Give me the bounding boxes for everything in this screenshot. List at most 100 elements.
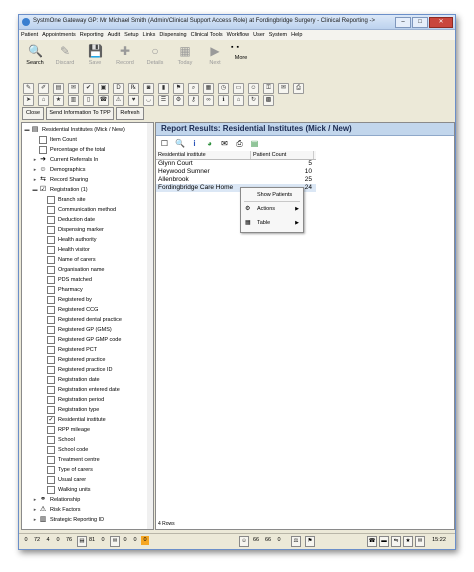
status-network-icon[interactable]: ⇋ <box>391 536 401 547</box>
status-flag-icon[interactable]: ⚑ <box>305 536 315 547</box>
mail-icon[interactable]: ✉ <box>278 83 289 94</box>
checkbox[interactable] <box>47 206 55 214</box>
expand-icon[interactable]: ▸ <box>32 497 38 503</box>
contact-icon[interactable]: ☎ <box>98 95 109 106</box>
tree-item[interactable]: Walking units <box>40 485 91 495</box>
status-doc-icon[interactable]: ▤ <box>77 536 87 547</box>
context-menu-show-patients[interactable]: Show Patients <box>241 189 303 201</box>
note-icon[interactable]: ✉ <box>68 83 79 94</box>
table-row[interactable]: Allenbrook 25 <box>156 176 316 184</box>
checkbox[interactable] <box>47 426 55 434</box>
tree-item[interactable]: Registered PCT <box>40 345 97 355</box>
status-star-icon[interactable]: ★ <box>403 536 413 547</box>
menu-appointments[interactable]: Appointments <box>40 30 78 40</box>
tree-item[interactable]: Registration entered date <box>40 385 120 395</box>
status-task-icon[interactable]: ✉ <box>110 536 120 547</box>
tree-item[interactable]: Registered GP GMP code <box>40 335 121 345</box>
status-count[interactable]: 0 <box>121 536 129 545</box>
select-icon[interactable]: ☐ <box>160 139 169 148</box>
checkbox-checked[interactable]: ✓ <box>47 416 55 424</box>
info-icon[interactable]: i <box>190 139 199 148</box>
refresh-button[interactable]: Refresh <box>116 107 144 120</box>
tree-item[interactable]: RPP mileage <box>40 425 90 435</box>
clock-icon[interactable]: ◷ <box>218 83 229 94</box>
list-icon[interactable]: ☰ <box>158 95 169 106</box>
status-user-icon[interactable]: ☺ <box>239 536 249 547</box>
tree-item[interactable]: Branch site <box>40 195 86 205</box>
menu-workflow[interactable]: Workflow <box>225 30 252 40</box>
print-icon[interactable]: ⎙ <box>235 139 244 148</box>
checkbox[interactable] <box>47 226 55 234</box>
context-menu-actions[interactable]: ⚙ Actions ▶ <box>241 203 303 215</box>
checkbox[interactable] <box>47 326 55 334</box>
expand-icon[interactable]: ▸ <box>32 177 38 183</box>
tree-item[interactable]: ▸ ▥ Strategic Reporting ID <box>32 515 104 525</box>
status-count[interactable]: 81 <box>87 536 97 545</box>
chart-icon[interactable]: ◕ <box>205 139 214 148</box>
home-icon[interactable]: ⌂ <box>233 95 244 106</box>
menu-reporting[interactable]: Reporting <box>78 30 106 40</box>
status-phone-icon[interactable]: ☎ <box>367 536 377 547</box>
print-icon[interactable]: ⎙ <box>293 83 304 94</box>
tree-item[interactable]: Dispensing marker <box>40 225 104 235</box>
expand-icon[interactable]: ▸ <box>32 157 38 163</box>
checkbox[interactable] <box>47 356 55 364</box>
checkbox[interactable] <box>47 486 55 494</box>
plan-icon[interactable]: ▣ <box>98 83 109 94</box>
doc-icon[interactable]: ▤ <box>53 83 64 94</box>
today-button[interactable]: ▦ Today <box>171 43 199 79</box>
search-button[interactable]: 🔍 Search <box>21 43 49 79</box>
table-row[interactable]: Glynn Court 5 <box>156 160 316 168</box>
menu-dispensing[interactable]: Dispensing <box>157 30 188 40</box>
tree-item[interactable]: Registered by <box>40 295 92 305</box>
status-count-highlight[interactable]: 0 <box>141 536 149 545</box>
tree-item[interactable]: Communication method <box>40 205 116 215</box>
status-count[interactable]: 0 <box>275 536 283 545</box>
dp-icon[interactable]: D <box>113 83 124 94</box>
menu-patient[interactable]: Patient <box>19 30 40 40</box>
checkbox[interactable] <box>47 306 55 314</box>
record-button[interactable]: ✚ Record <box>111 43 139 79</box>
status-count[interactable]: 0 <box>54 536 62 545</box>
expand-icon[interactable]: ▸ <box>32 507 38 513</box>
send-information-to-tpp-button[interactable]: Send Information To TPP <box>46 107 114 120</box>
tree-item[interactable]: ▸ ☺ Demographics <box>32 165 86 175</box>
tree-item[interactable]: Registered dental practice <box>40 315 122 325</box>
status-scales-icon[interactable]: ⚖ <box>291 536 301 547</box>
status-count[interactable]: 66 <box>251 536 261 545</box>
tree-item[interactable]: Item Count <box>32 135 77 145</box>
checkbox[interactable] <box>47 236 55 244</box>
status-count[interactable]: 72 <box>32 536 42 545</box>
tree-item[interactable]: PDS matched <box>40 275 92 285</box>
checkbox[interactable] <box>47 396 55 404</box>
close-window-icon[interactable]: ✕ <box>429 17 453 28</box>
tree-item[interactable]: Registered practice ID <box>40 365 112 375</box>
tree-item[interactable]: Organisation name <box>40 265 104 275</box>
refresh-small-icon[interactable]: ↻ <box>248 95 259 106</box>
bottle-icon[interactable]: ▮ <box>158 83 169 94</box>
next-button[interactable]: ▶ Next <box>201 43 229 79</box>
status-count[interactable]: 0 <box>131 536 139 545</box>
checkbox[interactable] <box>47 366 55 374</box>
tree-item[interactable]: School code <box>40 445 88 455</box>
heart-icon[interactable]: ♥ <box>128 95 139 106</box>
tag-icon[interactable]: ⌂ <box>38 95 49 106</box>
key-icon[interactable]: ⚷ <box>188 95 199 106</box>
flag-icon[interactable]: ⚑ <box>173 83 184 94</box>
checkbox[interactable] <box>47 316 55 324</box>
tree-item[interactable]: Name of carers <box>40 255 96 265</box>
details-button[interactable]: ○ Details <box>141 43 169 79</box>
tree-item[interactable]: Treatment centre <box>40 455 100 465</box>
table-row[interactable]: Heywood Sumner 10 <box>156 168 316 176</box>
pen-icon[interactable]: ✎ <box>23 83 34 94</box>
task-icon[interactable]: ✔ <box>83 83 94 94</box>
checkbox[interactable] <box>47 386 55 394</box>
warning-icon[interactable]: ⚠ <box>113 95 124 106</box>
checkbox[interactable] <box>47 266 55 274</box>
prescription-icon[interactable]: ℞ <box>128 83 139 94</box>
tree-item[interactable]: ▬ ☑ Registration (1) <box>32 185 88 195</box>
collapse-icon[interactable]: ▬ <box>24 127 30 133</box>
expand-icon[interactable]: ▸ <box>32 517 38 523</box>
checkbox[interactable] <box>47 376 55 384</box>
status-count[interactable]: 4 <box>44 536 52 545</box>
